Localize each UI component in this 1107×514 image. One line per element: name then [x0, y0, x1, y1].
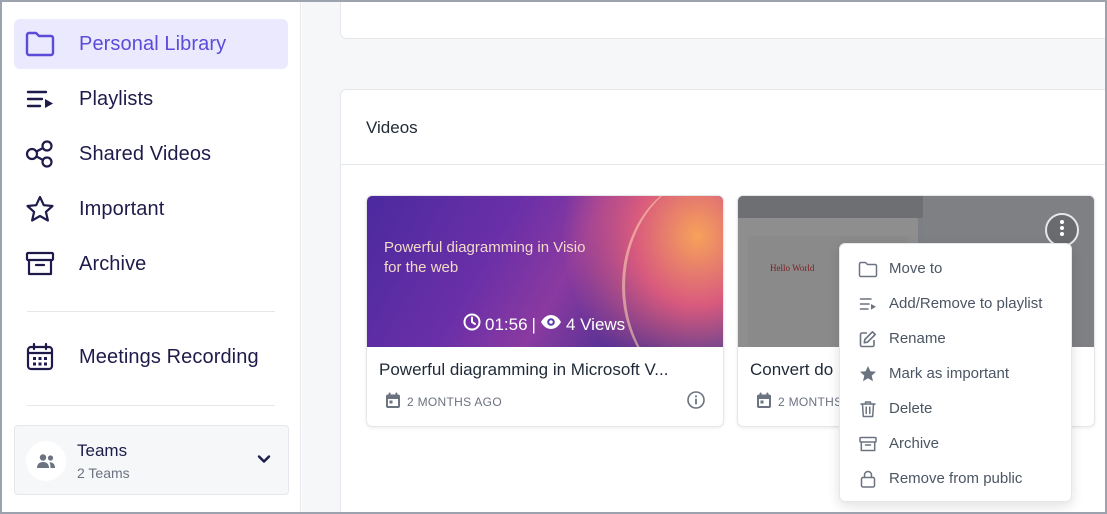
video-thumbnail[interactable]: Powerful diagramming in Visio for the we…	[367, 196, 723, 347]
eye-icon	[540, 314, 562, 335]
sidebar-item-shared-videos[interactable]: Shared Videos	[14, 129, 288, 179]
thumbnail-decoration	[622, 196, 723, 347]
calendar-icon	[24, 342, 56, 372]
sidebar-item-important[interactable]: Important	[14, 184, 288, 234]
sidebar-item-personal-library[interactable]: Personal Library	[14, 19, 288, 69]
sidebar-divider	[27, 311, 275, 312]
videos-header: Videos	[341, 90, 1105, 165]
folder-icon	[858, 259, 878, 279]
sidebar-item-label: Archive	[79, 252, 147, 275]
menu-item-label: Delete	[889, 400, 933, 417]
menu-item-archive[interactable]: Archive	[840, 426, 1071, 461]
sidebar-item-label: Important	[79, 197, 165, 220]
menu-item-delete[interactable]: Delete	[840, 391, 1071, 426]
video-date: 2 MONTHS AGO	[407, 395, 502, 409]
pencil-icon	[858, 329, 878, 349]
video-meta: 2 MONTHS	[756, 392, 842, 412]
info-icon[interactable]	[687, 391, 705, 414]
video-views: 4 Views	[565, 314, 626, 334]
playlist-icon	[24, 84, 56, 114]
calendar-icon	[756, 392, 772, 412]
sidebar-item-label: Shared Videos	[79, 142, 212, 165]
sidebar: Personal Library Playlists Shared Videos…	[2, 2, 301, 512]
menu-item-label: Mark as important	[889, 365, 1010, 382]
more-options-button[interactable]	[1045, 213, 1079, 247]
menu-item-move-to[interactable]: Move to	[840, 251, 1071, 286]
section-title: Videos	[366, 118, 418, 137]
stat-separator: |	[531, 314, 536, 334]
video-meta: 2 MONTHS AGO	[385, 392, 502, 412]
sidebar-item-label: Playlists	[79, 87, 154, 110]
app-window: Personal Library Playlists Shared Videos…	[0, 0, 1107, 514]
chevron-down-icon[interactable]	[256, 451, 272, 472]
top-card	[340, 2, 1105, 39]
trash-icon	[858, 399, 878, 419]
archive-icon	[24, 249, 56, 279]
sidebar-item-meetings-recording[interactable]: Meetings Recording	[14, 332, 288, 382]
menu-item-add-remove-playlist[interactable]: Add/Remove to playlist	[840, 286, 1071, 321]
video-title[interactable]: Convert do	[750, 360, 833, 380]
teams-switcher[interactable]: Teams 2 Teams	[14, 425, 289, 495]
lock-icon	[858, 469, 878, 489]
menu-item-remove-public[interactable]: Remove from public	[840, 461, 1071, 496]
share-icon	[24, 139, 56, 169]
sidebar-item-label: Personal Library	[79, 32, 227, 55]
video-stats: 01:56 | 4 Views	[463, 313, 625, 336]
thumbnail-title: Powerful diagramming in Visio for the we…	[384, 239, 586, 276]
teams-count: 2 Teams	[77, 465, 130, 481]
folder-icon	[24, 29, 56, 59]
star-icon	[24, 194, 56, 224]
star-filled-icon	[858, 364, 878, 384]
clock-icon	[463, 313, 481, 336]
menu-item-label: Archive	[889, 435, 940, 452]
more-vertical-icon	[1059, 219, 1065, 242]
menu-item-mark-important[interactable]: Mark as important	[840, 356, 1071, 391]
sidebar-item-archive[interactable]: Archive	[14, 239, 288, 289]
thumbnail-text: Hello World	[770, 263, 815, 273]
sidebar-item-label: Meetings Recording	[79, 345, 259, 368]
calendar-icon	[385, 392, 401, 412]
menu-item-label: Rename	[889, 330, 946, 347]
teams-icon	[26, 441, 66, 481]
sidebar-divider	[27, 405, 275, 406]
video-date: 2 MONTHS	[778, 395, 843, 409]
video-duration: 01:56	[485, 314, 528, 334]
menu-item-label: Move to	[889, 260, 943, 277]
video-context-menu: Move to Add/Remove to playlist Rename Ma…	[839, 243, 1072, 502]
menu-item-rename[interactable]: Rename	[840, 321, 1071, 356]
teams-title: Teams	[77, 441, 128, 460]
archive-icon	[858, 434, 878, 454]
sidebar-item-playlists[interactable]: Playlists	[14, 74, 288, 124]
menu-item-label: Remove from public	[889, 470, 1023, 487]
video-card[interactable]: Powerful diagramming in Visio for the we…	[366, 195, 724, 427]
menu-item-label: Add/Remove to playlist	[889, 295, 1043, 312]
playlist-icon	[858, 294, 878, 314]
video-title[interactable]: Powerful diagramming in Microsoft V...	[379, 360, 668, 380]
